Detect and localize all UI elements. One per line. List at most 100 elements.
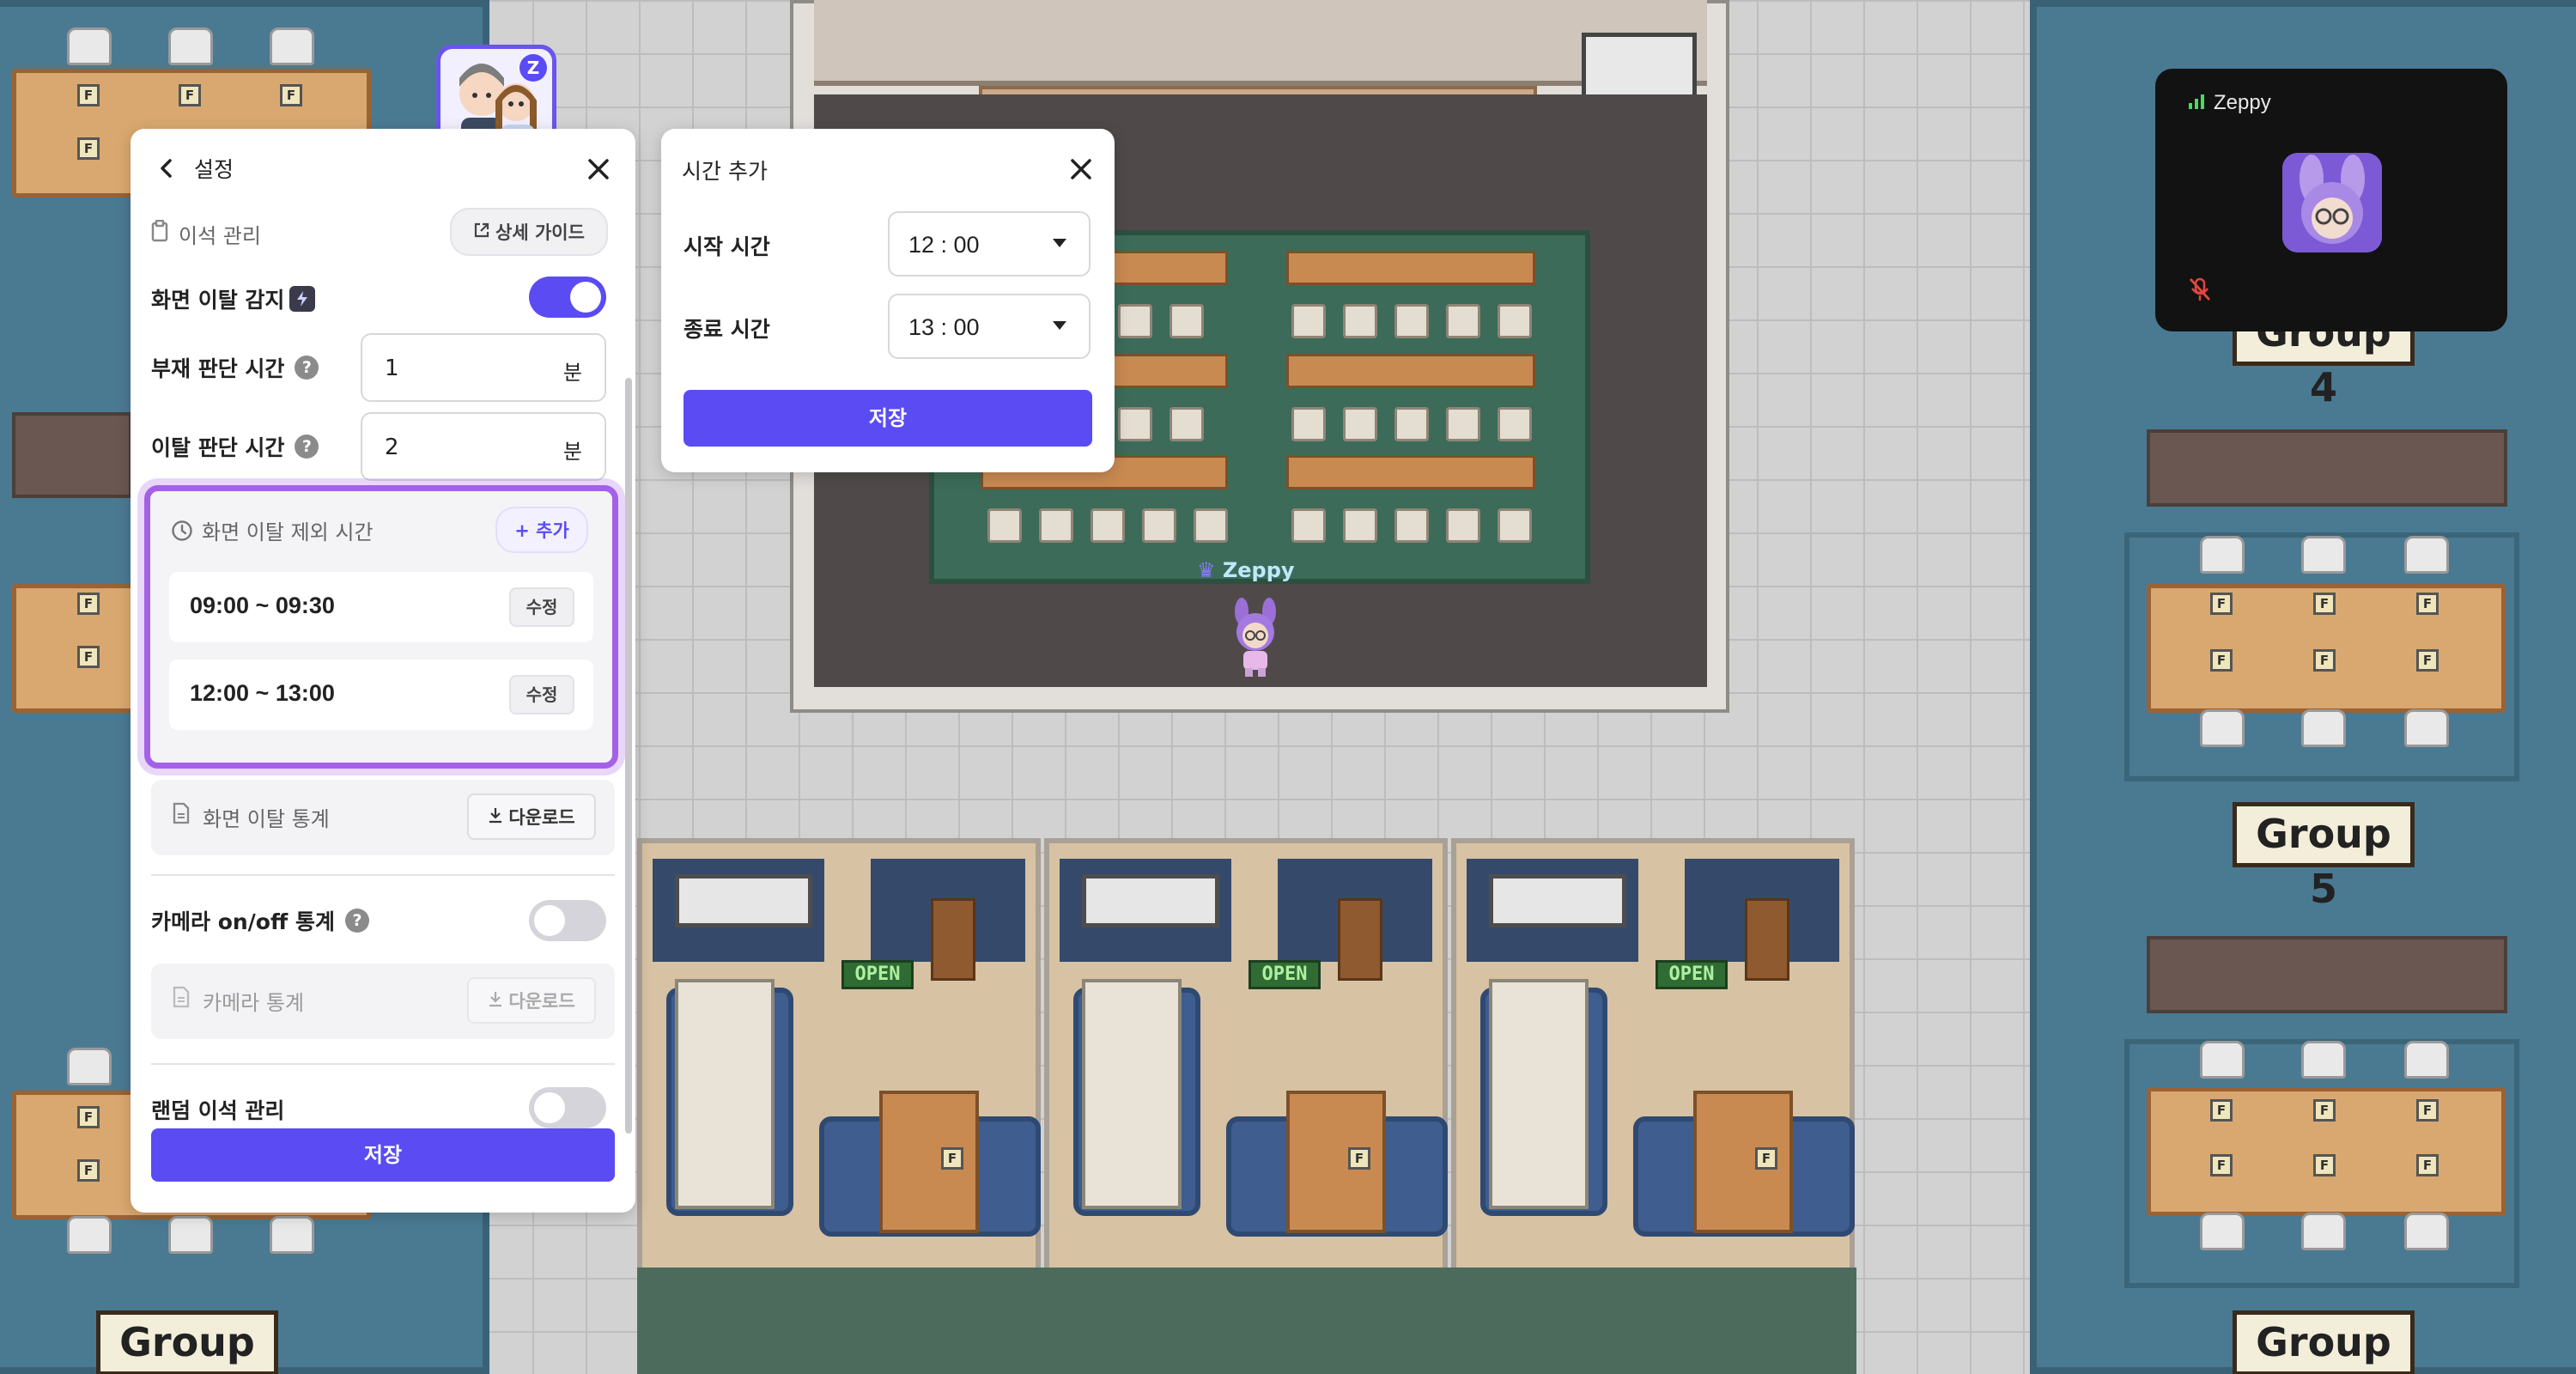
flag-icon[interactable]: F xyxy=(179,84,201,106)
flag-icon[interactable]: F xyxy=(2313,649,2336,672)
chair xyxy=(2301,709,2346,747)
guide-button-label: 상세 가이드 xyxy=(495,222,585,243)
camera-stats-toggle[interactable] xyxy=(529,900,606,941)
add-time-dialog: 시간 추가 시작 시간 12 : 00 종료 시간 13 : 00 저장 xyxy=(661,129,1115,472)
download-icon xyxy=(488,990,503,1012)
leave-stats-card: 화면 이탈 통계 다운로드 xyxy=(151,780,615,855)
flag-icon[interactable]: F xyxy=(2416,1154,2439,1176)
help-icon[interactable]: ? xyxy=(344,909,369,933)
add-time-title: 시간 추가 xyxy=(682,159,768,184)
seat xyxy=(1394,508,1429,543)
add-exclude-time-button[interactable]: + 추가 xyxy=(495,507,588,553)
end-time-select[interactable]: 13 : 00 xyxy=(888,294,1091,359)
flag-icon[interactable]: F xyxy=(2210,1099,2233,1122)
close-icon[interactable] xyxy=(1063,151,1099,187)
settings-title: 설정 xyxy=(194,157,234,182)
edit-button[interactable]: 수정 xyxy=(509,675,574,714)
flag-icon[interactable]: F xyxy=(2313,593,2336,615)
clipboard-icon xyxy=(151,219,168,247)
seat xyxy=(1118,304,1152,338)
exclude-time-item: 12:00 ~ 13:00 수정 xyxy=(169,660,593,730)
chevron-left-icon[interactable] xyxy=(149,151,184,185)
seat xyxy=(1142,508,1176,543)
flag-icon[interactable]: F xyxy=(280,84,302,106)
flag-icon[interactable]: F xyxy=(77,84,100,106)
edit-button[interactable]: 수정 xyxy=(509,587,574,627)
chair xyxy=(2200,536,2245,574)
leave-stats-download-button[interactable]: 다운로드 xyxy=(467,793,596,840)
clock-icon xyxy=(171,520,193,542)
bookshelf xyxy=(1745,898,1789,981)
start-time-select[interactable]: 12 : 00 xyxy=(888,211,1091,277)
student-desk xyxy=(1286,354,1535,388)
absence-time-value: 1 xyxy=(385,356,399,381)
sofa xyxy=(1082,979,1182,1209)
chair xyxy=(2200,1041,2245,1079)
leave-time-unit: 분 xyxy=(562,440,582,464)
settings-save-button[interactable]: 저장 xyxy=(151,1128,615,1182)
camera-stats-download-button[interactable]: 다운로드 xyxy=(467,977,596,1024)
wall-bar xyxy=(2147,936,2507,1013)
seat xyxy=(987,508,1022,543)
mic-muted-icon[interactable] xyxy=(2188,277,2212,306)
flag-icon[interactable]: F xyxy=(2416,649,2439,672)
whiteboard xyxy=(1489,874,1626,927)
flag-icon[interactable]: F xyxy=(2313,1099,2336,1122)
flag-icon[interactable]: F xyxy=(2313,1154,2336,1176)
sofa xyxy=(1489,979,1589,1209)
flag-icon[interactable]: F xyxy=(2416,1099,2439,1122)
player-avatar[interactable] xyxy=(1230,596,1281,678)
exclude-time-range: 09:00 ~ 09:30 xyxy=(190,593,335,618)
video-tile[interactable]: Zeppy xyxy=(2155,69,2507,331)
flag-icon[interactable]: F xyxy=(77,1106,100,1128)
chair xyxy=(270,1216,314,1254)
seat xyxy=(1446,508,1480,543)
guide-button[interactable]: 상세 가이드 xyxy=(450,208,608,256)
flag-icon[interactable]: F xyxy=(2210,593,2233,615)
flag-icon[interactable]: F xyxy=(1755,1147,1777,1170)
meeting-table xyxy=(1286,1091,1386,1233)
whiteboard xyxy=(675,874,812,927)
chair xyxy=(270,27,314,65)
download-icon xyxy=(488,806,503,828)
flag-icon[interactable]: F xyxy=(2210,1154,2233,1176)
seat xyxy=(1394,407,1429,441)
screen-leave-toggle[interactable] xyxy=(529,277,606,318)
leave-time-value: 2 xyxy=(385,435,399,460)
camera-stats-text: 카메라 통계 xyxy=(203,991,305,1015)
crown-icon: ♛ xyxy=(1197,558,1216,582)
flag-icon[interactable]: F xyxy=(941,1147,963,1170)
close-icon[interactable] xyxy=(580,151,617,187)
flag-icon[interactable]: F xyxy=(2416,593,2439,615)
scrollbar[interactable] xyxy=(625,378,632,1134)
video-user-name: Zeppy xyxy=(2214,91,2271,114)
svg-text:Z: Z xyxy=(527,58,540,78)
add-time-save-button[interactable]: 저장 xyxy=(683,390,1092,447)
meeting-table xyxy=(1693,1091,1793,1233)
absence-time-input[interactable]: 1 분 xyxy=(361,333,606,402)
document-icon xyxy=(172,802,191,830)
student-desk xyxy=(1286,251,1535,285)
leave-time-input[interactable]: 2 분 xyxy=(361,412,606,481)
random-seat-toggle[interactable] xyxy=(529,1087,606,1128)
divider xyxy=(151,1063,615,1065)
external-link-icon xyxy=(473,222,490,243)
help-icon[interactable]: ? xyxy=(295,356,319,380)
seat xyxy=(1394,304,1429,338)
flag-icon[interactable]: F xyxy=(2210,649,2233,672)
seat xyxy=(1343,304,1377,338)
meeting-floor-strip xyxy=(637,1268,1856,1374)
open-sign: OPEN xyxy=(1249,960,1321,989)
flag-icon[interactable]: F xyxy=(1348,1147,1370,1170)
stage xyxy=(814,0,1707,86)
chair xyxy=(2404,536,2449,574)
help-icon[interactable]: ? xyxy=(295,435,319,459)
camera-stats-card: 카메라 통계 다운로드 xyxy=(151,964,615,1039)
flag-icon[interactable]: F xyxy=(77,137,100,160)
flag-icon[interactable]: F xyxy=(77,646,100,668)
bookshelf xyxy=(931,898,975,981)
flag-icon[interactable]: F xyxy=(77,593,100,615)
camera-stats-label: 카메라 on/off 통계 xyxy=(151,909,335,934)
group-label-6: Group 6 xyxy=(2233,1310,2415,1374)
flag-icon[interactable]: F xyxy=(77,1159,100,1182)
